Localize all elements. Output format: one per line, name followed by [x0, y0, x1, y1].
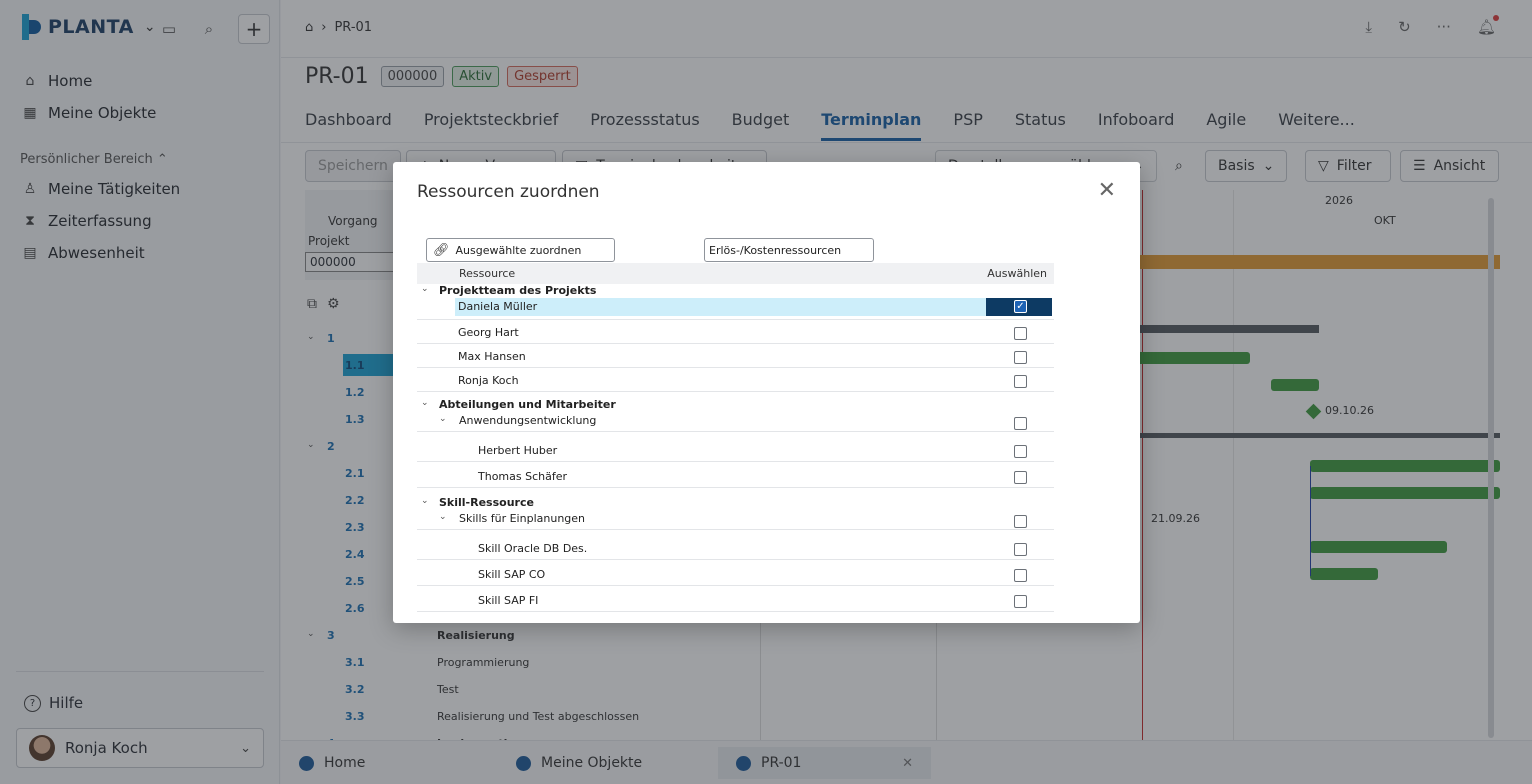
- assign-selected-label: Ausgewählte zuordnen: [455, 243, 582, 257]
- select-checkbox[interactable]: [1014, 374, 1027, 388]
- resource-row-max-hansen[interactable]: Max Hansen: [417, 346, 1054, 368]
- resource-label: Thomas Schäfer: [478, 470, 568, 483]
- link-icon: 🔗︎: [433, 242, 450, 258]
- chevron-down-icon[interactable]: ⌄: [421, 398, 429, 408]
- resource-row-herbert-huber[interactable]: Herbert Huber: [417, 440, 1054, 462]
- chevron-down-icon[interactable]: ⌄: [421, 496, 429, 506]
- resource-row-georg-hart[interactable]: Georg Hart: [417, 322, 1054, 344]
- resource-dialog: Ressourcen zuordnen ✕ 🔗︎ Ausgewählte zuo…: [393, 162, 1140, 623]
- resource-label: Skill Oracle DB Des.: [478, 542, 588, 555]
- resource-label: Skill-Ressource: [439, 496, 534, 509]
- select-checkbox[interactable]: [1014, 568, 1027, 582]
- resource-row-ronja-koch[interactable]: Ronja Koch: [417, 370, 1054, 392]
- select-checkbox[interactable]: [1014, 542, 1027, 556]
- resource-label: Max Hansen: [458, 350, 526, 363]
- resource-row-thomas-schäfer[interactable]: Thomas Schäfer: [417, 466, 1054, 488]
- resource-label: Georg Hart: [458, 326, 519, 339]
- resource-row-anwendungsentwicklung[interactable]: ⌄ Anwendungsentwicklung: [417, 414, 1054, 432]
- resource-label: Anwendungsentwicklung: [459, 414, 597, 427]
- resource-label: Herbert Huber: [478, 444, 558, 457]
- resource-label: Skill SAP FI: [478, 594, 539, 607]
- col-header-select: Auswählen: [987, 267, 1047, 280]
- resource-row-abteilungen-und-mitarbeiter[interactable]: ⌄ Abteilungen und Mitarbeiter: [417, 398, 1054, 412]
- resource-row-skills-für-einplanungen[interactable]: ⌄ Skills für Einplanungen: [417, 512, 1054, 530]
- chevron-down-icon[interactable]: ⌄: [439, 512, 447, 522]
- resource-label: Ronja Koch: [458, 374, 519, 387]
- col-header-resource: Ressource: [459, 267, 516, 280]
- dialog-title: Ressourcen zuordnen: [417, 182, 600, 202]
- select-checkbox[interactable]: [1014, 326, 1027, 340]
- select-checkbox[interactable]: [1014, 594, 1027, 608]
- resource-label: Projektteam des Projekts: [439, 284, 597, 297]
- chevron-down-icon[interactable]: ⌄: [421, 284, 429, 294]
- resource-label: Daniela Müller: [458, 300, 538, 313]
- close-icon[interactable]: ✕: [1098, 180, 1116, 202]
- cost-resources-button[interactable]: Erlös-/Kostenressourcen: [704, 238, 874, 262]
- resource-row-daniela-müller[interactable]: Daniela Müller ✓: [417, 298, 1054, 320]
- resource-row-skill-sap-fi[interactable]: Skill SAP FI: [417, 590, 1054, 612]
- select-checkbox[interactable]: [1014, 350, 1027, 364]
- assign-selected-button[interactable]: 🔗︎ Ausgewählte zuordnen: [426, 238, 615, 262]
- select-checkbox[interactable]: [1014, 444, 1027, 458]
- select-checkbox[interactable]: [1014, 470, 1027, 484]
- resource-row-skill-sap-co[interactable]: Skill SAP CO: [417, 564, 1054, 586]
- resource-table-header: Ressource Auswählen: [417, 263, 1054, 284]
- resource-label: Skill SAP CO: [478, 568, 546, 581]
- select-checkbox[interactable]: [1014, 416, 1027, 430]
- select-checkbox[interactable]: ✓: [1014, 300, 1027, 313]
- resource-row-skill-oracle-db-des[interactable]: Skill Oracle DB Des.: [417, 538, 1054, 560]
- chevron-down-icon[interactable]: ⌄: [439, 414, 447, 424]
- resource-label: Abteilungen und Mitarbeiter: [439, 398, 616, 411]
- select-checkbox[interactable]: [1014, 514, 1027, 528]
- resource-row-skill-ressource[interactable]: ⌄ Skill-Ressource: [417, 496, 1054, 510]
- resource-row-projektteam-des-projekts[interactable]: ⌄ Projektteam des Projekts: [417, 284, 1054, 298]
- resource-label: Skills für Einplanungen: [459, 512, 586, 525]
